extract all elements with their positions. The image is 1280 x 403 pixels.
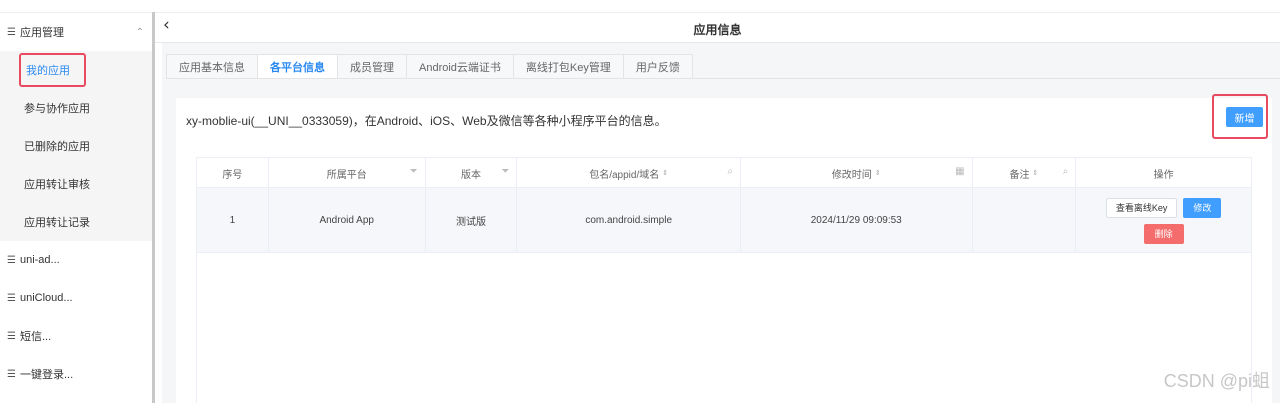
column-label: 修改时间 [831, 169, 872, 181]
filter-icon[interactable]: ⏷ [410, 166, 418, 177]
list-icon: ☰ [7, 292, 16, 304]
column-header-version: 版本 ⏷ [426, 158, 518, 188]
column-label: 序号 [222, 169, 243, 181]
search-icon[interactable]: ⌕ [727, 166, 733, 177]
filter-icon[interactable]: ⏷ [501, 166, 509, 177]
sidebar-item-label: 参与协作应用 [24, 103, 90, 115]
calendar-icon[interactable]: ▦ [955, 166, 964, 177]
cell-modified: 2024/11/29 09:09:53 [741, 188, 973, 253]
sidebar-group-label: uni-ad... [19, 254, 60, 266]
sidebar: ☰ 应用管理 ⌃ 我的应用 参与协作应用 已删除的应用 应用转让审核 应用转让记… [0, 12, 152, 403]
column-header-note[interactable]: 备注 ⇕ ⌕ [973, 158, 1077, 188]
column-header-package[interactable]: 包名/appid/域名 ⇕ ⌕ [517, 158, 741, 188]
search-icon[interactable]: ⌕ [1063, 166, 1069, 177]
tab-offline-key[interactable]: 离线打包Key管理 [513, 54, 624, 79]
delete-button[interactable]: 删除 [1143, 223, 1184, 244]
sidebar-item-transfer-review[interactable]: 应用转让审核 [0, 165, 152, 203]
sidebar-item-transfer-records[interactable]: 应用转让记录 [0, 203, 152, 241]
panel-description: xy-moblie-ui(__UNI__0333059)，在Android、iO… [186, 114, 667, 128]
column-header-modified[interactable]: 修改时间 ⇕ ▦ [741, 158, 973, 188]
sidebar-item-label: 应用转让记录 [24, 217, 90, 229]
view-offline-key-button[interactable]: 查看离线Key [1105, 197, 1178, 218]
sort-icon[interactable]: ⇕ [662, 169, 668, 177]
cell-note [973, 188, 1077, 253]
watermark: CSDN @pi蛆 [1163, 371, 1270, 391]
page-title: 应用信息 [693, 23, 742, 37]
chevron-up-icon: ⌃ [135, 26, 144, 38]
cell-platform: Android App [269, 188, 426, 253]
highlight-box [19, 53, 86, 87]
column-label: 操作 [1153, 169, 1174, 181]
column-header-platform: 所属平台 ⏷ [269, 158, 426, 188]
tab-basic-info[interactable]: 应用基本信息 [166, 54, 258, 79]
platform-panel: xy-moblie-ui(__UNI__0333059)，在Android、iO… [176, 94, 1272, 403]
sidebar-item-deleted-apps[interactable]: 已删除的应用 [0, 127, 152, 165]
list-icon: ☰ [7, 368, 16, 380]
tab-feedback[interactable]: 用户反馈 [623, 54, 693, 79]
column-label: 备注 [1009, 169, 1030, 181]
sidebar-item-label: 应用转让审核 [24, 179, 90, 191]
platform-table: 序号 所属平台 ⏷ 版本 ⏷ 包名/appid/域名 ⇕ ⌕ 修改时间 ⇕ ▦ … [196, 157, 1252, 403]
cell-version: 测试版 [426, 188, 518, 253]
sidebar-group-app-management[interactable]: ☰ 应用管理 ⌃ [0, 13, 152, 51]
list-icon: ☰ [7, 254, 16, 266]
column-label: 包名/appid/域名 [589, 169, 660, 181]
sort-icon[interactable]: ⇕ [875, 169, 881, 177]
sort-icon[interactable]: ⇕ [1032, 169, 1038, 177]
sidebar-group-label: 短信... [19, 331, 52, 343]
sidebar-group-uni-ad[interactable]: ☰ uni-ad... [0, 241, 152, 279]
tab-platform-info[interactable]: 各平台信息 [258, 54, 338, 79]
column-label: 所属平台 [326, 169, 367, 181]
column-header-actions: 操作 [1076, 158, 1251, 188]
list-icon: ☰ [7, 26, 16, 38]
table-header: 序号 所属平台 ⏷ 版本 ⏷ 包名/appid/域名 ⇕ ⌕ 修改时间 ⇕ ▦ … [197, 158, 1251, 188]
actions-row: 查看离线Key 修改 [1105, 197, 1222, 218]
sidebar-group-sms[interactable]: ☰ 短信... [0, 317, 152, 355]
column-label: 版本 [460, 169, 481, 181]
sidebar-item-collab-apps[interactable]: 参与协作应用 [0, 89, 152, 127]
list-icon: ☰ [7, 330, 16, 342]
sidebar-item-my-apps[interactable]: 我的应用 [0, 51, 152, 89]
sidebar-group-label: 应用管理 [19, 27, 64, 39]
edit-button[interactable]: 修改 [1183, 197, 1222, 218]
tab-members[interactable]: 成员管理 [338, 54, 407, 79]
table-row: 1 Android App 测试版 com.android.simple 202… [197, 188, 1251, 253]
sidebar-group-label: uniCloud... [19, 292, 73, 304]
cell-package: com.android.simple [517, 188, 741, 253]
column-header-index: 序号 [197, 158, 269, 188]
sidebar-item-label: 已删除的应用 [24, 141, 90, 153]
tab-android-cert[interactable]: Android云端证书 [407, 54, 514, 79]
tabs-divider [166, 78, 1280, 79]
sidebar-submenu: 我的应用 参与协作应用 已删除的应用 应用转让审核 应用转让记录 [0, 51, 152, 241]
cell-index: 1 [197, 188, 269, 253]
tab-bar: 应用基本信息 各平台信息 成员管理 Android云端证书 离线打包Key管理 … [166, 54, 693, 79]
sidebar-group-one-click-login[interactable]: ☰ 一键登录... [0, 355, 152, 393]
sidebar-group-label: 一键登录... [19, 369, 74, 381]
cell-actions: 查看离线Key 修改 删除 [1076, 188, 1251, 253]
page-header: ‹ 应用信息 [155, 13, 1280, 43]
sidebar-group-unicloud[interactable]: ☰ uniCloud... [0, 279, 152, 317]
sidebar-scrollbar[interactable] [152, 12, 155, 403]
add-button[interactable]: 新增 [1226, 107, 1263, 127]
